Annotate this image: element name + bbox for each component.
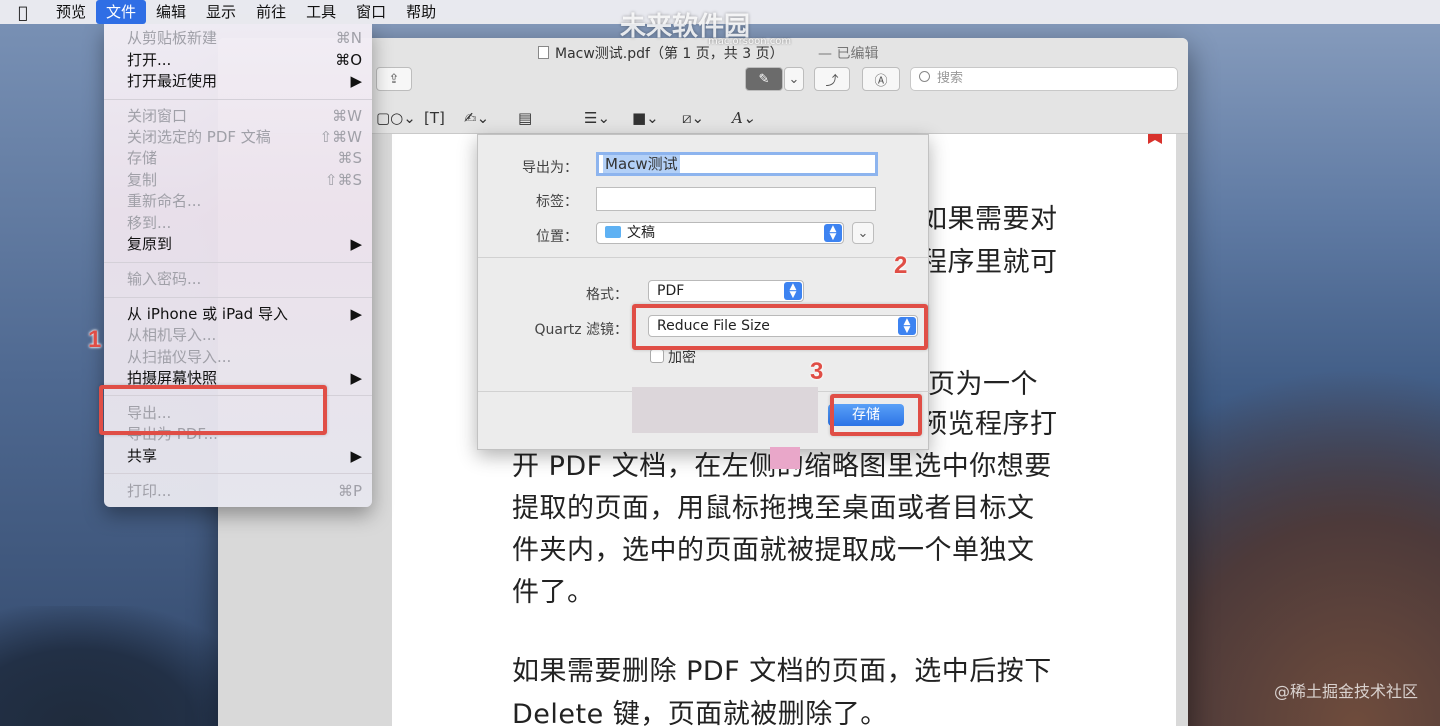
step-2-label: 2	[894, 252, 908, 279]
location-popup[interactable]: 文稿 ▲ ▼	[596, 222, 844, 244]
menu-item-open-recent[interactable]: 打开最近使用 ▶	[104, 71, 372, 92]
pink-highlight	[770, 447, 800, 469]
page-text-line: 程序里就可	[920, 247, 1058, 278]
search-input[interactable]: 搜索	[910, 67, 1178, 91]
menu-item-open[interactable]: 打开... ⌘O	[104, 50, 372, 71]
menu-item-close-selected-pdf[interactable]: 关闭选定的 PDF 文稿 ⇧⌘W	[104, 127, 372, 148]
page-text-line: 件夹内，选中的页面就被提取成一个单独文	[512, 535, 1035, 566]
menu-separator	[104, 297, 372, 298]
menu-item-close-window[interactable]: 关闭窗口 ⌘W	[104, 106, 372, 127]
highlight-save-button	[830, 394, 922, 436]
format-label: 格式：	[586, 287, 628, 303]
menu-item-revert-to[interactable]: 复原到 ▶	[104, 234, 372, 255]
note-tool-icon[interactable]: ▤	[518, 107, 532, 129]
export-as-field[interactable]: Macw测试	[596, 152, 878, 176]
fill-color-icon[interactable]: ⧄⌄	[682, 107, 704, 129]
menu-separator	[104, 262, 372, 263]
watermark-url: mac.orsoon.com	[708, 36, 792, 47]
text-style-icon[interactable]: A⌄	[732, 107, 755, 129]
page-text-line: Delete 键，页面就被删除了。	[512, 699, 888, 726]
menu-help[interactable]: 帮助	[396, 0, 446, 24]
text-tool-icon[interactable]: [T]	[424, 107, 445, 129]
page-text-line: 如果需要删除 PDF 文档的页面，选中后按下	[512, 656, 1052, 687]
highlight-quartz-filter	[632, 304, 928, 350]
encrypt-label: 加密	[668, 350, 696, 366]
markup-pen-button[interactable]: ✎	[745, 67, 783, 91]
blurred-region	[632, 387, 818, 433]
tags-field[interactable]	[596, 187, 876, 211]
menu-window[interactable]: 窗口	[346, 0, 396, 24]
chevron-down-icon: ⌄	[788, 71, 800, 87]
page-text-line: 件了。	[512, 577, 595, 608]
menu-item-new-from-clipboard[interactable]: 从剪贴板新建 ⌘N	[104, 28, 372, 49]
rotate-button[interactable]: ⤴	[814, 67, 850, 91]
page-text-line: l页为一个	[920, 369, 1039, 400]
shapes-tool-icon[interactable]: ▢○⌄	[376, 107, 416, 129]
apple-menu-icon[interactable]: 	[0, 3, 46, 22]
format-popup[interactable]: PDF ▲ ▼	[648, 280, 804, 302]
encrypt-checkbox[interactable]	[650, 349, 664, 363]
search-icon	[919, 71, 930, 82]
step-1-label: 1	[88, 326, 102, 353]
menu-separator	[104, 99, 372, 100]
menu-file[interactable]: 文件	[96, 0, 147, 24]
share-icon: ⇪	[388, 71, 400, 87]
menu-view[interactable]: 显示	[196, 0, 246, 24]
folder-icon	[605, 226, 621, 238]
menu-item-import-iphone-ipad[interactable]: 从 iPhone 或 iPad 导入 ▶	[104, 304, 372, 325]
page-text-line: 预览程序打	[920, 409, 1058, 440]
menu-edit[interactable]: 编辑	[146, 0, 196, 24]
page-text-line: 提取的页面，用鼠标拖拽至桌面或者目标文	[512, 493, 1035, 524]
location-label: 位置：	[536, 229, 578, 245]
edited-indicator: — 已编辑	[818, 46, 879, 62]
credit-watermark: @稀土掘金技术社区	[1273, 682, 1418, 701]
menu-go[interactable]: 前往	[246, 0, 296, 24]
menu-item-rename[interactable]: 重新命名...	[104, 191, 372, 212]
chevron-down-icon: ⌄	[857, 225, 869, 241]
sheet-divider	[478, 257, 930, 258]
share-button[interactable]: ⇪	[376, 67, 412, 91]
border-color-icon[interactable]: ■⌄	[632, 107, 659, 129]
popup-stepper-icon: ▲ ▼	[824, 224, 842, 242]
page-text-line: 如果需要对	[920, 204, 1058, 235]
menu-item-print[interactable]: 打印... ⌘P	[104, 481, 372, 502]
menu-item-enter-password[interactable]: 输入密码...	[104, 269, 372, 290]
menu-tools[interactable]: 工具	[296, 0, 346, 24]
menu-preview[interactable]: 预览	[46, 0, 96, 24]
line-style-icon[interactable]: ☰⌄	[584, 107, 610, 129]
annotate-button[interactable]: Ⓐ	[862, 67, 900, 91]
menu-item-move-to[interactable]: 移到...	[104, 213, 372, 234]
expand-button[interactable]: ⌄	[852, 222, 874, 244]
tags-label: 标签：	[536, 194, 578, 210]
menu-item-import-camera[interactable]: 从相机导入...	[104, 325, 372, 346]
rotate-icon: ⤴	[825, 73, 839, 89]
quartz-filter-label: Quartz 滤镜：	[534, 322, 628, 338]
popup-stepper-icon: ▲ ▼	[784, 282, 802, 300]
step-3-label: 3	[810, 358, 824, 385]
pen-icon: ✎	[758, 71, 770, 87]
markup-dropdown-button[interactable]: ⌄	[784, 67, 804, 91]
menu-item-share[interactable]: 共享 ▶	[104, 446, 372, 467]
highlight-export-menu-item	[99, 385, 327, 435]
markup-circle-icon: Ⓐ	[874, 73, 888, 89]
menu-separator	[104, 473, 372, 474]
document-icon	[538, 46, 549, 59]
export-as-label: 导出为：	[522, 160, 578, 176]
menu-item-duplicate[interactable]: 复制 ⇧⌘S	[104, 170, 372, 191]
menu-item-save[interactable]: 存储 ⌘S	[104, 148, 372, 169]
menu-item-import-scanner[interactable]: 从扫描仪导入...	[104, 347, 372, 368]
sign-tool-icon[interactable]: ✍⌄	[464, 107, 489, 129]
